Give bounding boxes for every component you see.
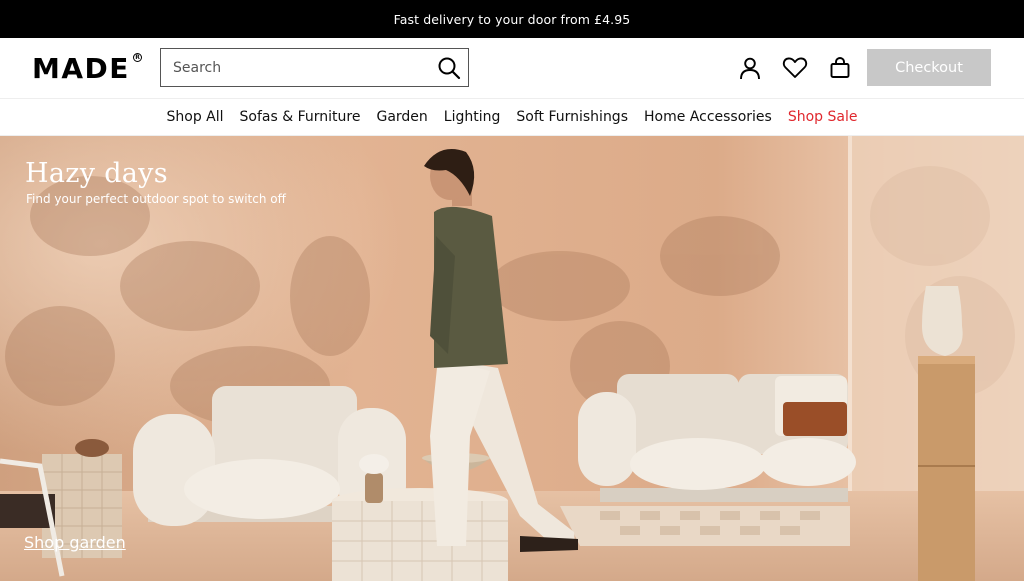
- search-box: [160, 48, 469, 87]
- basket-bag-icon[interactable]: [827, 55, 853, 81]
- site-header: MADE R Checkout: [0, 38, 1024, 98]
- hero-banner[interactable]: Hazy days Find your perfect outdoor spot…: [0, 136, 1024, 581]
- nav-item-lighting[interactable]: Lighting: [444, 109, 501, 125]
- promo-bar: Fast delivery to your door from £4.95: [0, 0, 1024, 38]
- made-logo[interactable]: MADE: [32, 54, 130, 84]
- hero-subtitle: Find your perfect outdoor spot to switch…: [26, 192, 286, 206]
- search-input[interactable]: [161, 49, 431, 86]
- shop-garden-link[interactable]: Shop garden: [24, 533, 126, 552]
- nav-item-shop-all[interactable]: Shop All: [167, 109, 224, 125]
- registered-mark-icon: R: [133, 53, 142, 62]
- nav-item-home-accessories[interactable]: Home Accessories: [644, 109, 772, 125]
- main-nav: Shop All Sofas & Furniture Garden Lighti…: [0, 98, 1024, 136]
- checkout-button[interactable]: Checkout: [867, 49, 991, 86]
- nav-item-sofas-furniture[interactable]: Sofas & Furniture: [240, 109, 361, 125]
- wishlist-heart-icon[interactable]: [782, 55, 808, 81]
- search-icon[interactable]: [436, 55, 462, 81]
- nav-item-shop-sale[interactable]: Shop Sale: [788, 109, 858, 125]
- nav-item-garden[interactable]: Garden: [376, 109, 427, 125]
- hero-title: Hazy days: [25, 158, 168, 189]
- promo-text: Fast delivery to your door from £4.95: [393, 11, 631, 27]
- account-icon[interactable]: [737, 55, 763, 81]
- nav-item-soft-furnishings[interactable]: Soft Furnishings: [516, 109, 628, 125]
